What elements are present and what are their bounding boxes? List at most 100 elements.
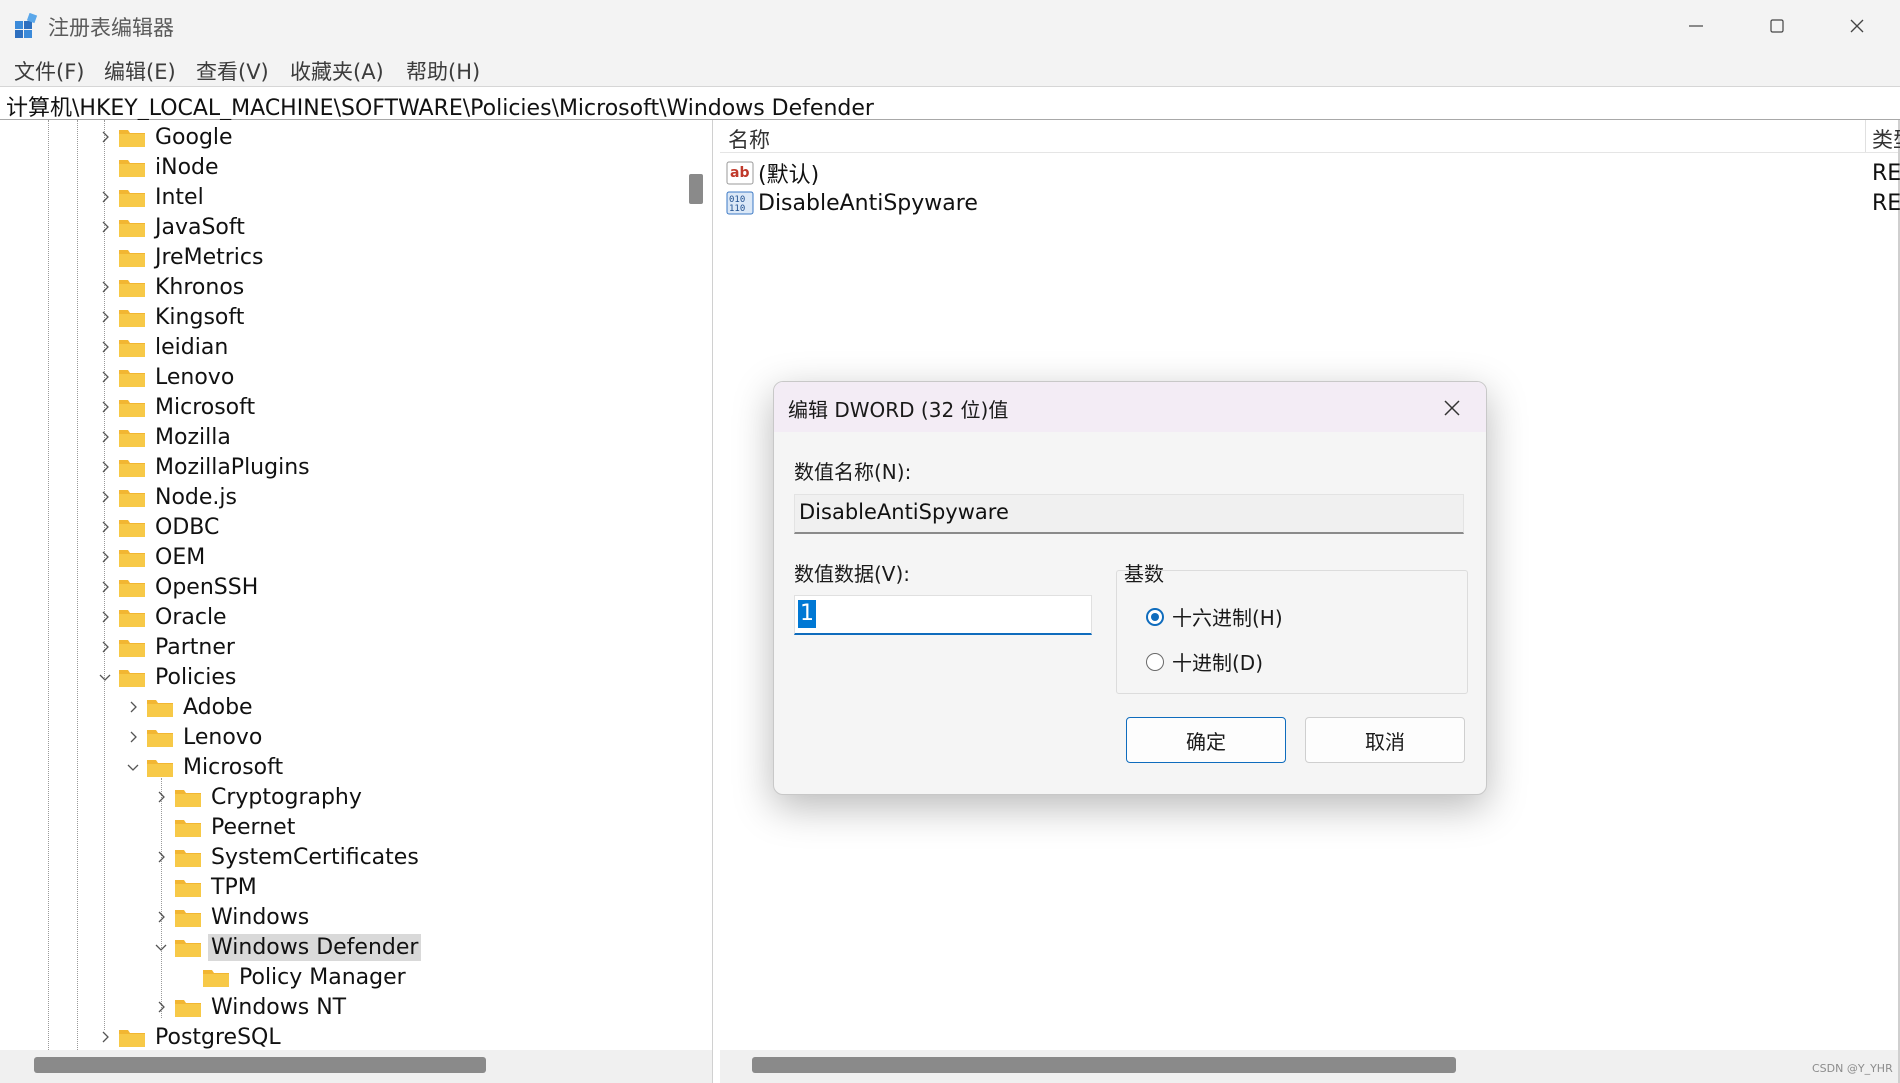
tree-item[interactable]: Lenovo <box>98 362 237 392</box>
tree-item[interactable]: Lenovo <box>126 722 265 752</box>
tree-item[interactable]: iNode <box>98 152 222 182</box>
chevron-right-icon[interactable] <box>98 430 112 444</box>
chevron-right-icon[interactable] <box>98 1030 112 1044</box>
tree-item[interactable]: Peernet <box>154 812 298 842</box>
address-bar[interactable]: 计算机\HKEY_LOCAL_MACHINE\SOFTWARE\Policies… <box>0 86 1900 122</box>
menu-file[interactable]: 文件(F) <box>14 56 84 86</box>
tree-item[interactable]: Microsoft <box>98 392 258 422</box>
chevron-right-icon[interactable] <box>98 190 112 204</box>
tree-item[interactable]: JreMetrics <box>98 242 266 272</box>
value-row-disableantispyware[interactable]: 010 110 DisableAntiSpyware RE <box>726 188 1900 218</box>
tree-item[interactable]: Microsoft <box>126 752 286 782</box>
tree-item[interactable]: Oracle <box>98 602 230 632</box>
tree-item[interactable]: Windows NT <box>154 992 349 1022</box>
hex-radio-button[interactable] <box>1146 607 1164 626</box>
tree-item-label: Lenovo <box>183 724 263 750</box>
tree-item[interactable]: OpenSSH <box>98 572 261 602</box>
tree-item[interactable]: Khronos <box>98 272 247 302</box>
chevron-right-icon[interactable] <box>98 610 112 624</box>
tree-item[interactable]: Cryptography <box>154 782 365 812</box>
tree-item[interactable]: Node.js <box>98 482 240 512</box>
value-data-text[interactable]: 1 <box>798 600 816 628</box>
hex-radio-option[interactable]: 十六进制(H) <box>1146 602 1283 631</box>
tree-item-label: iNode <box>155 154 219 180</box>
title-bar[interactable]: 注册表编辑器 <box>0 0 1900 52</box>
chevron-right-icon[interactable] <box>98 460 112 474</box>
tree-vertical-scroll-thumb[interactable] <box>689 174 703 204</box>
chevron-right-icon[interactable] <box>98 580 112 594</box>
tree-item[interactable]: JavaSoft <box>98 212 248 242</box>
chevron-right-icon[interactable] <box>98 490 112 504</box>
menu-favorites[interactable]: 收藏夹(A) <box>290 56 384 86</box>
dec-radio-option[interactable]: 十进制(D) <box>1146 647 1263 676</box>
chevron-right-icon[interactable] <box>98 640 112 654</box>
tree-item-label: Kingsoft <box>155 304 245 330</box>
chevron-right-icon[interactable] <box>154 910 168 924</box>
dec-radio-button[interactable] <box>1146 652 1164 671</box>
tree-item[interactable]: OEM <box>98 542 208 572</box>
column-separator[interactable] <box>1865 120 1866 152</box>
dec-radio-label[interactable]: 十进制(D) <box>1172 647 1263 676</box>
chevron-down-icon[interactable] <box>154 940 168 954</box>
column-name-header[interactable]: 名称 <box>728 124 770 154</box>
chevron-right-icon[interactable] <box>98 130 112 144</box>
menu-help[interactable]: 帮助(H) <box>406 56 480 86</box>
chevron-down-icon[interactable] <box>98 670 112 684</box>
tree-guide-line <box>77 120 78 1050</box>
tree-item[interactable]: Windows Defender <box>154 932 422 962</box>
hex-radio-label[interactable]: 十六进制(H) <box>1172 602 1283 631</box>
chevron-right-icon[interactable] <box>98 220 112 234</box>
address-path[interactable]: 计算机\HKEY_LOCAL_MACHINE\SOFTWARE\Policies… <box>6 90 874 122</box>
cancel-button[interactable]: 取消 <box>1305 717 1465 763</box>
chevron-right-icon[interactable] <box>98 370 112 384</box>
chevron-right-icon[interactable] <box>126 700 140 714</box>
chevron-right-icon[interactable] <box>98 400 112 414</box>
tree-item[interactable]: Adobe <box>126 692 256 722</box>
tree-item[interactable]: Partner <box>98 632 238 662</box>
dialog-close-button[interactable] <box>1438 394 1466 422</box>
tree-item[interactable]: Intel <box>98 182 207 212</box>
chevron-right-icon[interactable] <box>98 520 112 534</box>
maximize-button[interactable] <box>1737 0 1817 52</box>
registry-editor-window: 注册表编辑器 文件(F) 编辑(E) 查看(V) 收藏夹(A) 帮助(H) 计算… <box>0 0 1900 1083</box>
folder-icon <box>146 756 174 778</box>
chevron-right-icon[interactable] <box>98 280 112 294</box>
chevron-right-icon[interactable] <box>126 730 140 744</box>
column-type-header[interactable]: 类型 <box>1872 124 1900 154</box>
chevron-right-icon[interactable] <box>154 790 168 804</box>
tree-item[interactable]: TPM <box>154 872 260 902</box>
tree-item[interactable]: PostgreSQL <box>98 1022 284 1052</box>
tree-item[interactable]: Policy Manager <box>182 962 409 992</box>
tree-item-label: ODBC <box>155 514 220 540</box>
folder-icon <box>202 966 230 988</box>
tree-item[interactable]: Policies <box>98 662 239 692</box>
tree-item[interactable]: Google <box>98 122 236 152</box>
chevron-down-icon[interactable] <box>126 760 140 774</box>
tree-item[interactable]: Kingsoft <box>98 302 247 332</box>
value-data-input[interactable]: 1 <box>794 595 1092 635</box>
chevron-right-icon[interactable] <box>98 340 112 354</box>
close-button[interactable] <box>1817 0 1897 52</box>
tree-item[interactable]: leidian <box>98 332 231 362</box>
menu-view[interactable]: 查看(V) <box>196 56 269 86</box>
minimize-button[interactable] <box>1656 0 1736 52</box>
chevron-right-icon[interactable] <box>98 550 112 564</box>
tree-item[interactable]: SystemCertificates <box>154 842 422 872</box>
ok-button[interactable]: 确定 <box>1126 717 1286 763</box>
dialog-title-bar[interactable]: 编辑 DWORD (32 位)值 <box>774 382 1486 432</box>
tree-horizontal-scroll-thumb[interactable] <box>34 1057 486 1073</box>
key-tree-pane[interactable]: Google iNode Intel JavaSoft JreMetrics Khrono… <box>0 120 713 1083</box>
chevron-right-icon[interactable] <box>98 310 112 324</box>
chevron-right-icon[interactable] <box>154 1000 168 1014</box>
chevron-right-icon[interactable] <box>154 850 168 864</box>
tree-item[interactable]: Windows <box>154 902 312 932</box>
maximize-icon <box>1770 19 1784 33</box>
tree-item[interactable]: Mozilla <box>98 422 234 452</box>
values-horizontal-scroll-thumb[interactable] <box>752 1057 1456 1073</box>
tree-item[interactable]: ODBC <box>98 512 222 542</box>
tree-vertical-scrollbar[interactable] <box>680 120 710 1050</box>
tree-item[interactable]: MozillaPlugins <box>98 452 313 482</box>
menu-edit[interactable]: 编辑(E) <box>104 56 176 86</box>
value-row-default[interactable]: ab (默认) RE <box>726 158 1900 188</box>
tree-item-label: Adobe <box>183 694 253 720</box>
